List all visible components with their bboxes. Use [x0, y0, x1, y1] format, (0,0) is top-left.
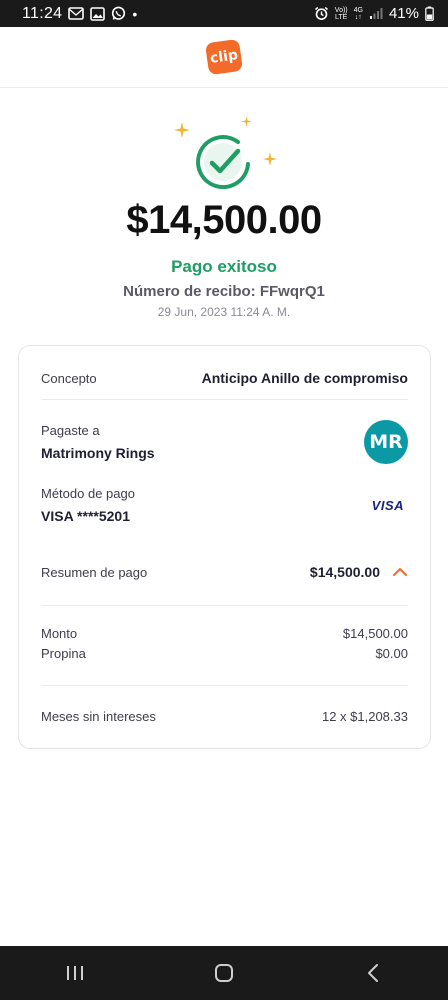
chevron-up-icon[interactable] — [392, 567, 408, 577]
tip-label: Propina — [41, 645, 86, 661]
concept-value: Anticipo Anillo de compromiso — [201, 370, 408, 386]
receipt-number: Número de recibo: FFwqrQ1 — [123, 283, 325, 300]
data-arrows-icon: ↓↑ — [354, 13, 362, 21]
payment-method-row: Método de pago VISA ****5201 VISA — [41, 485, 408, 525]
payment-status: Pago exitoso — [171, 257, 277, 276]
message-notification-icon — [68, 7, 85, 20]
installments-value: 12 x $1,208.33 — [321, 708, 408, 724]
volte-top-text: Vo)) — [334, 6, 348, 14]
logo-text: clip — [209, 47, 239, 67]
home-icon — [214, 964, 233, 982]
payment-details-card: Concepto Anticipo Anillo de compromiso P… — [18, 345, 431, 749]
concept-label: Concepto — [41, 370, 97, 386]
amount-row: Monto $14,500.00 — [41, 624, 408, 642]
app-header: clip — [0, 27, 448, 88]
home-button[interactable] — [194, 953, 254, 993]
payment-datetime: 29 Jun, 2023 11:24 A. M. — [157, 305, 291, 319]
sparkle-icon — [241, 116, 252, 127]
battery-percent: 41% — [388, 5, 419, 22]
avatar-initials: MR — [369, 431, 403, 453]
installments-row: Meses sin intereses 12 x $1,208.33 — [41, 707, 408, 725]
payment-amount: $14,500.00 — [126, 198, 322, 242]
volte-bottom-text: LTE — [335, 13, 348, 21]
volte-icon: Vo)) LTE — [335, 7, 348, 21]
gallery-notification-icon — [90, 6, 106, 21]
sparkle-icon — [174, 122, 190, 138]
summary-value: $14,500.00 — [309, 564, 380, 580]
summary-label: Resumen de pago — [41, 564, 148, 580]
clip-logo: clip — [204, 38, 244, 76]
paid-to-row: Pagaste a Matrimony Rings MR — [41, 418, 408, 466]
status-time: 11:24 — [22, 4, 63, 22]
recent-apps-button[interactable] — [45, 953, 105, 993]
payment-method-value: VISA ****5201 — [41, 508, 130, 524]
alarm-icon — [314, 6, 329, 21]
installments-label: Meses sin intereses — [41, 708, 156, 724]
success-illustration — [0, 110, 448, 210]
network-4g-icon: 4G ↓↑ — [354, 7, 363, 21]
tip-row: Propina $0.00 — [41, 644, 408, 662]
amount-label: Monto — [41, 625, 78, 641]
divider — [41, 399, 408, 400]
network-type-text: 4G — [353, 6, 363, 14]
visa-logo-icon: VISA — [371, 497, 404, 513]
system-navigation-bar — [0, 946, 448, 1000]
success-check-icon — [196, 135, 250, 190]
payment-summary-toggle[interactable]: Resumen de pago $14,500.00 — [41, 560, 408, 584]
paid-to-label: Pagaste a — [41, 423, 100, 438]
payment-method-label: Método de pago — [41, 486, 135, 501]
notification-dot: • — [132, 5, 138, 22]
back-button[interactable] — [343, 953, 403, 993]
battery-icon — [425, 6, 434, 21]
signal-icon — [369, 7, 383, 20]
whatsapp-icon — [111, 6, 126, 21]
concept-row: Concepto Anticipo Anillo de compromiso — [41, 368, 408, 388]
divider — [41, 685, 408, 686]
tip-value: $0.00 — [375, 645, 408, 661]
recent-apps-icon — [66, 966, 83, 980]
paid-to-value: Matrimony Rings — [41, 445, 155, 461]
sparkle-icon — [263, 152, 277, 166]
amount-value: $14,500.00 — [342, 625, 408, 641]
divider — [41, 605, 408, 606]
back-icon — [368, 964, 379, 982]
status-bar: 11:24 • Vo)) LTE 4G ↓↑ 41% — [0, 0, 448, 27]
merchant-avatar: MR — [364, 420, 408, 464]
